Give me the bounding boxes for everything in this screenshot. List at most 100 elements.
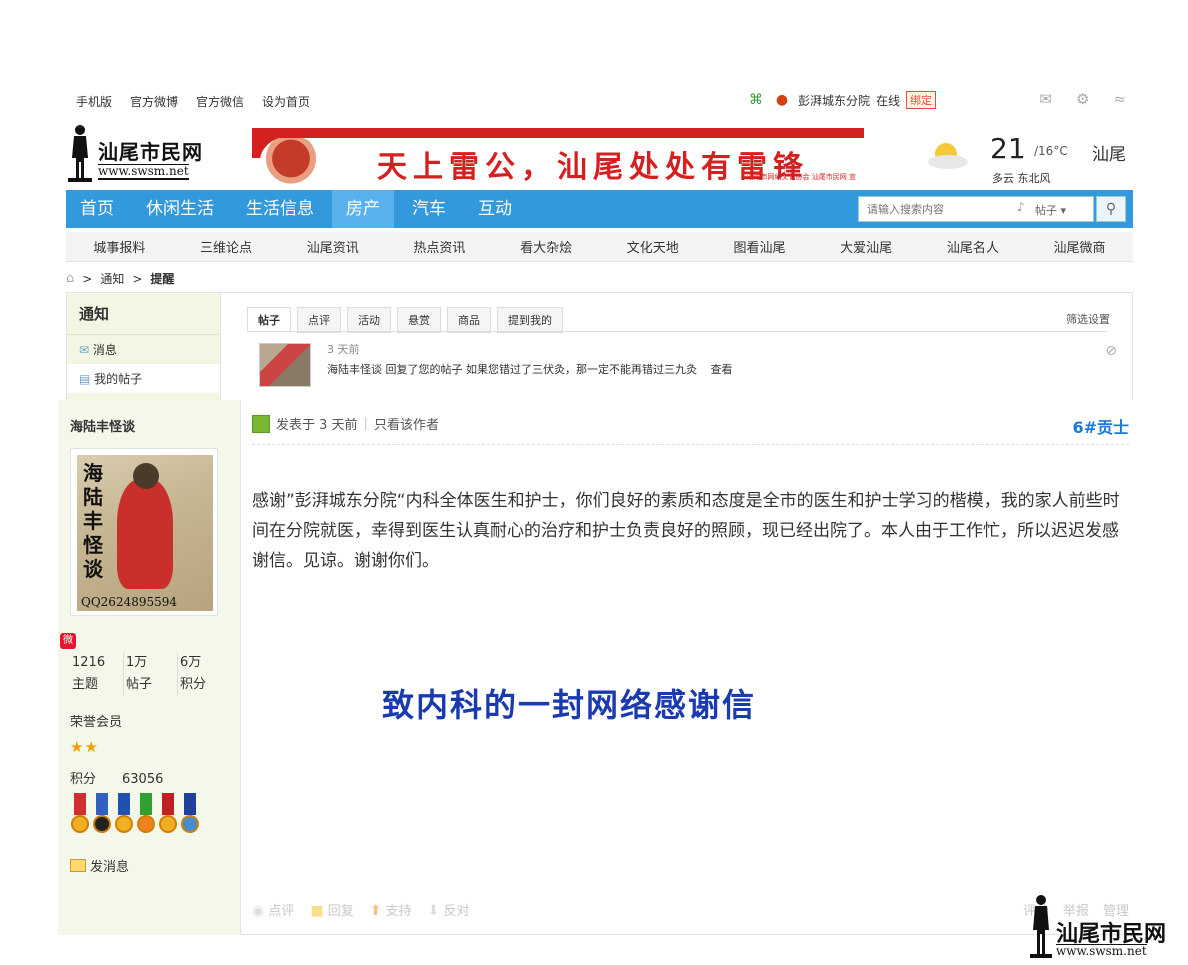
envelope-icon: ✉ xyxy=(79,343,90,357)
post-time: 发表于 3 天前 xyxy=(276,418,358,433)
subnav-item[interactable]: 大爱汕尾 xyxy=(840,237,892,256)
notice-message[interactable]: 海陆丰怪谈 回复了您的帖子 如果您错过了三伏灸，那一定不能再错过三九灸 xyxy=(327,363,697,376)
notice-title: 通知 xyxy=(67,293,220,335)
nav-item-leisure[interactable]: 休闲生活 xyxy=(132,190,228,228)
support-button[interactable]: ⬆ 支持 xyxy=(370,900,412,919)
tab-posts[interactable]: 帖子 xyxy=(247,307,291,333)
view-link[interactable]: 查看 xyxy=(711,363,733,376)
medal-icon[interactable] xyxy=(136,793,156,837)
comment-icon: ◉ xyxy=(252,903,265,919)
medal-icon[interactable] xyxy=(70,793,90,837)
watermark-url: www.swsm.net xyxy=(1056,944,1147,958)
sub-nav: 城事报料 三维论点 汕尾资讯 热点资讯 看大杂烩 文化天地 图看汕尾 大爱汕尾 … xyxy=(66,232,1133,262)
site-logo[interactable]: 汕尾市民网 www.swsm.net xyxy=(66,124,216,184)
subnav-item[interactable]: 汕尾资讯 xyxy=(307,237,359,256)
cloudy-icon xyxy=(928,143,968,169)
search-button[interactable]: ⚲ xyxy=(1096,196,1126,222)
rss-icon[interactable]: ≈ xyxy=(1113,90,1126,108)
breadcrumb-item[interactable]: 通知 xyxy=(100,270,124,287)
stat-value: 1万 xyxy=(126,655,148,670)
subnav-item[interactable]: 热点资讯 xyxy=(413,237,465,256)
user-group[interactable]: 荣誉会员 xyxy=(70,711,122,730)
subnav-item[interactable]: 汕尾微商 xyxy=(1054,237,1106,256)
tab-mentions[interactable]: 提到我的 xyxy=(497,307,563,333)
floor-number[interactable]: 6#贡士 xyxy=(1072,414,1129,438)
author-stats: 1216 主题 1万帖子 6万 积分 xyxy=(70,652,232,696)
reply-button[interactable]: ■ 回复 xyxy=(310,900,353,919)
qr-code-icon[interactable]: ⌘ xyxy=(746,90,766,110)
search-input[interactable] xyxy=(859,197,1009,221)
medal-icon[interactable] xyxy=(158,793,178,837)
subnav-item[interactable]: 三维论点 xyxy=(200,237,252,256)
nav-item-realestate[interactable]: 房产 xyxy=(332,190,394,228)
top-bar: 手机版 官方微博 官方微信 设为首页 ⌘ ● 彭湃城东分院 在线 绑定 ✉ ⚙ … xyxy=(66,86,1136,116)
chevron-right-icon: > xyxy=(132,271,143,286)
comment-button[interactable]: ◉ 点评 xyxy=(252,900,294,919)
subnav-item[interactable]: 图看汕尾 xyxy=(733,237,785,256)
mobile-link[interactable]: 手机版 xyxy=(76,93,112,110)
post-meta: 发表于 3 天前 | 只看该作者 xyxy=(252,414,439,433)
subnav-item[interactable]: 看大杂烩 xyxy=(520,237,572,256)
arrow-down-icon: ⬇ xyxy=(427,903,440,919)
weibo-icon[interactable]: 微 xyxy=(60,633,76,649)
mail-icon[interactable]: ✉ xyxy=(1039,90,1052,108)
post-body: 感谢”彭湃城东分院“内科全体医生和护士，你们良好的素质和态度是全市的医生和护士学… xyxy=(252,491,1120,571)
medal-icon[interactable] xyxy=(114,793,134,837)
medal-icon[interactable] xyxy=(92,793,112,837)
subnav-item[interactable]: 文化天地 xyxy=(627,237,679,256)
tab-rewards[interactable]: 悬赏 xyxy=(397,307,441,333)
send-message-button[interactable]: 发消息 xyxy=(70,856,129,875)
tab-comments[interactable]: 点评 xyxy=(297,307,341,333)
action-label: 支持 xyxy=(385,904,412,919)
nav-item-home[interactable]: 首页 xyxy=(66,190,128,228)
points-label: 积分 xyxy=(70,772,97,787)
subnav-item[interactable]: 汕尾名人 xyxy=(947,237,999,256)
oppose-button[interactable]: ⬇ 反对 xyxy=(428,900,470,919)
watermark-logo: 汕尾市民网 www.swsm.net xyxy=(1030,892,1180,962)
stat-label: 帖子 xyxy=(126,677,153,692)
notice-text: 海陆丰怪谈 回复了您的帖子 如果您错过了三伏灸，那一定不能再错过三九灸 查看 xyxy=(327,361,733,377)
tab-activities[interactable]: 活动 xyxy=(347,307,391,333)
action-label: 反对 xyxy=(443,904,470,919)
star-icon: ★★ xyxy=(70,738,99,756)
medal-icon[interactable] xyxy=(180,793,200,837)
weather-desc: 多云 东北风 xyxy=(992,172,1051,185)
username[interactable]: 彭湃城东分院 xyxy=(798,92,870,109)
author-panel: 海陆丰怪谈 海陆丰怪谈 QQ2624895594 微 1216 主题 1万帖子 6… xyxy=(58,400,241,935)
stat-posts[interactable]: 1万帖子 xyxy=(124,652,178,696)
nav-item-auto[interactable]: 汽车 xyxy=(398,190,460,228)
city: 汕尾 xyxy=(1092,145,1126,165)
avatar-head xyxy=(133,463,159,489)
bind-weibo-button[interactable]: 绑定 xyxy=(906,91,937,109)
subnav-item[interactable]: 城事报料 xyxy=(93,237,145,256)
notice-avatar[interactable] xyxy=(259,343,311,387)
weibo-link[interactable]: 官方微博 xyxy=(130,93,178,110)
ignore-icon[interactable]: ⊘ xyxy=(1105,343,1117,359)
wechat-link[interactable]: 官方微信 xyxy=(196,93,244,110)
sidebar-item-my-posts[interactable]: ▤ 我的帖子 xyxy=(67,364,220,393)
only-author-link[interactable]: 只看该作者 xyxy=(374,414,439,433)
microphone-icon[interactable]: ♪ xyxy=(1017,200,1025,214)
user-info: ⌘ ● 彭湃城东分院 在线 绑定 xyxy=(746,90,937,110)
nav-item-interact[interactable]: 互动 xyxy=(464,190,526,228)
author-avatar[interactable]: 海陆丰怪谈 QQ2624895594 xyxy=(70,448,218,616)
gear-icon[interactable]: ⚙ xyxy=(1076,90,1089,108)
user-avatar-icon: ● xyxy=(775,92,789,108)
search-type-select[interactable]: 帖子 ▾ xyxy=(1035,202,1066,218)
arrow-up-icon: ⬆ xyxy=(369,903,382,919)
search-type-label: 帖子 xyxy=(1035,204,1057,217)
stat-points[interactable]: 6万 积分 xyxy=(178,652,232,696)
stat-topics[interactable]: 1216 主题 xyxy=(70,652,124,696)
filter-settings-link[interactable]: 筛选设置 xyxy=(1066,311,1110,327)
document-icon: ▤ xyxy=(79,372,91,386)
sidebar-item-messages[interactable]: ✉ 消息 xyxy=(67,335,220,364)
post-headline: 致内科的一封网络感谢信 xyxy=(382,686,757,724)
banner-ad[interactable]: 天上雷公，汕尾处处有雷锋 汕尾市网络文化协会 汕尾市民网 宣 xyxy=(252,128,864,184)
tab-goods[interactable]: 商品 xyxy=(447,307,491,333)
author-name[interactable]: 海陆丰怪谈 xyxy=(70,416,135,435)
nav-item-info[interactable]: 生活信息 xyxy=(232,190,328,228)
stat-value: 1216 xyxy=(72,655,106,670)
notice-time: 3 天前 xyxy=(327,343,360,356)
set-homepage-link[interactable]: 设为首页 xyxy=(262,93,310,110)
home-icon[interactable]: ⌂ xyxy=(66,271,74,286)
